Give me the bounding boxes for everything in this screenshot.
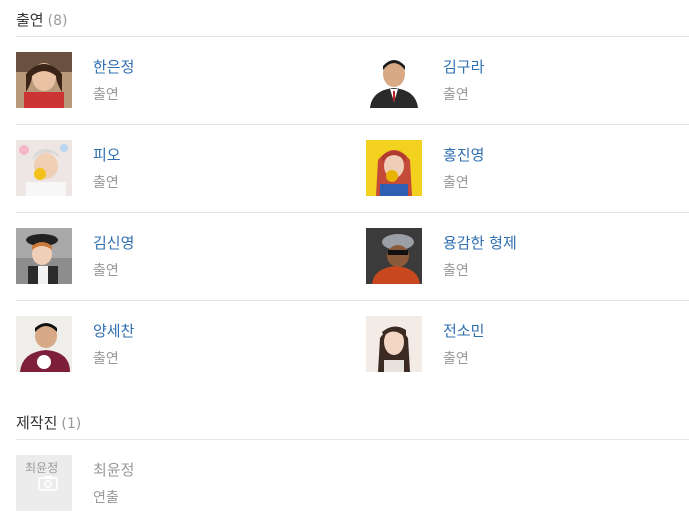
person-role: 출연 <box>443 351 469 367</box>
cast-count: (8) <box>47 13 68 29</box>
person-name[interactable]: 피오 <box>93 144 121 165</box>
person-name[interactable]: 양세찬 <box>93 320 134 341</box>
person-name[interactable]: 김구라 <box>443 56 484 77</box>
person-photo[interactable] <box>16 228 72 284</box>
divider <box>16 300 689 301</box>
divider <box>16 36 689 37</box>
divider <box>16 124 689 125</box>
cast-item-kimgura: 김구라 출연 <box>366 52 689 108</box>
person-photo[interactable] <box>16 52 72 108</box>
cast-title: 출연 <box>16 11 44 29</box>
person-name[interactable]: 전소민 <box>443 320 484 341</box>
person-name[interactable]: 홍진영 <box>443 144 484 165</box>
cast-item-kimshinyoung: 김신영 출연 <box>16 228 356 284</box>
person-photo[interactable] <box>16 140 72 196</box>
crew-section-title: 제작진 (1) <box>16 412 81 434</box>
person-photo[interactable] <box>366 316 422 372</box>
cast-item-hongjinyoung: 홍진영 출연 <box>366 140 689 196</box>
person-photo[interactable] <box>16 316 72 372</box>
crew-item-choiyunjeong: 최윤정 최윤정 연출 <box>16 455 356 511</box>
person-name: 최윤정 <box>93 461 135 479</box>
person-name[interactable]: 한은정 <box>93 56 134 77</box>
person-photo[interactable] <box>366 228 422 284</box>
cast-item-hanеunjeong: 한은정 출연 <box>16 52 356 108</box>
cast-item-brave-brothers: 용감한 형제 출연 <box>366 228 689 284</box>
person-role: 연출 <box>93 490 119 506</box>
person-role: 출연 <box>443 263 469 279</box>
camera-icon <box>38 475 58 491</box>
person-name[interactable]: 김신영 <box>93 232 134 253</box>
crew-count: (1) <box>61 416 82 432</box>
cast-section-title: 출연 (8) <box>16 9 67 31</box>
person-role: 출연 <box>93 87 119 103</box>
crew-title: 제작진 <box>16 414 58 432</box>
person-role: 출연 <box>93 351 119 367</box>
person-photo[interactable] <box>366 52 422 108</box>
placeholder-text: 최윤정 <box>25 461 59 475</box>
person-role: 출연 <box>93 175 119 191</box>
cast-item-jeonsomin: 전소민 출연 <box>366 316 689 372</box>
person-role: 출연 <box>443 87 469 103</box>
cast-item-pio: 피오 출연 <box>16 140 356 196</box>
person-photo[interactable] <box>366 140 422 196</box>
cast-item-yangsechan: 양세찬 출연 <box>16 316 356 372</box>
person-name[interactable]: 용감한 형제 <box>443 232 517 253</box>
photo-placeholder: 최윤정 <box>16 455 72 511</box>
divider <box>16 212 689 213</box>
person-role: 출연 <box>93 263 119 279</box>
divider <box>16 439 689 440</box>
person-role: 출연 <box>443 175 469 191</box>
